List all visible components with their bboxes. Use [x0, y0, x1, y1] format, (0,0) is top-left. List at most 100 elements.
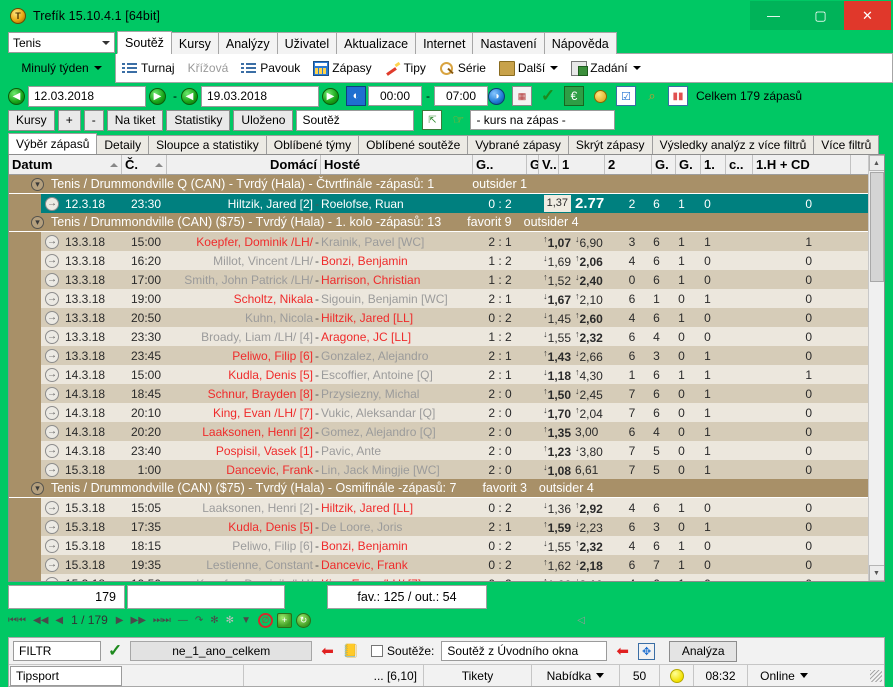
move-icon[interactable]: ✥ — [637, 642, 656, 660]
table-row[interactable]: → 14.3.18 23:40 Pospisil, Vasek [1] - Pavic, … — [9, 441, 884, 460]
grid-header-1[interactable]: 1 — [559, 155, 605, 174]
time-from-input[interactable]: 00:00 — [368, 86, 422, 106]
hscroll-left-icon[interactable]: ◁ — [577, 615, 585, 626]
filter-button-na-tiket[interactable]: Na tiket — [106, 109, 164, 131]
row-expand-button[interactable]: → — [41, 424, 63, 439]
table-row[interactable]: → 14.3.18 20:20 Laaksonen, Henri [2] - Gomez,… — [9, 422, 884, 441]
row-expand-button[interactable]: → — [41, 557, 63, 572]
prev-page-icon[interactable]: ◀ — [55, 615, 63, 626]
row-expand-button[interactable]: → — [41, 291, 63, 306]
odds-type-select[interactable]: - kurs na zápas - — [470, 110, 616, 130]
hand-point-icon[interactable]: ☞ — [448, 110, 468, 130]
menu-item-anal-zy[interactable]: Analýzy — [217, 32, 278, 54]
row-expand-button[interactable]: → — [41, 272, 63, 287]
table-row[interactable]: → 13.3.18 16:20 Millot, Vincent /LH/- Bonzi,… — [9, 251, 884, 270]
next-page-fast-icon[interactable]: ▶▶ — [131, 615, 146, 626]
calendar-icon[interactable]: ▦ — [512, 86, 532, 106]
scrollbar-thumb[interactable] — [869, 172, 884, 282]
collapse-group-icon[interactable]: ▾ — [31, 215, 44, 229]
table-row[interactable]: → 13.3.18 19:00 Scholtz, Nikala - Sigouin, Be… — [9, 289, 884, 308]
tab-skr-t-z-pasy[interactable]: Skrýt zápasy — [567, 135, 653, 154]
table-row[interactable]: → 13.3.18 17:00 Smith, John Patrick /LH/- Ha… — [9, 270, 884, 289]
chart-icon[interactable]: ▮▮ — [668, 86, 688, 106]
tab-vybran-z-pasy[interactable]: Vybrané zápasy — [467, 135, 569, 154]
filter-button--[interactable]: + — [57, 109, 81, 131]
grid-header-c-[interactable]: c.. — [726, 155, 753, 174]
refresh-icon[interactable]: ↻ — [295, 612, 311, 628]
grid-header-datum[interactable]: Datum — [9, 155, 122, 174]
table-row[interactable]: → 15.3.18 1:00 Dancevic, Frank - Lin, Jack Mi… — [9, 460, 884, 479]
table-row[interactable]: → 15.3.18 17:35 Kudla, Denis [5] - De Loore, … — [9, 517, 884, 536]
row-expand-button[interactable]: → — [41, 234, 63, 249]
grid-header-1-[interactable]: 1. — [701, 155, 726, 174]
table-row[interactable]: → 14.3.18 20:10 King, Evan /LH/ [7] - Vukic, … — [9, 403, 884, 422]
grid-header--[interactable]: Č. — [122, 155, 167, 174]
grid-header-g-[interactable]: G. — [676, 155, 701, 174]
table-row[interactable]: → 15.3.1819:50Koepfer, Dominik /LH/-King,… — [9, 574, 884, 581]
menu-item-n-pov-da[interactable]: Nápověda — [543, 32, 617, 54]
filter-button-ulo-eno[interactable]: Uloženo — [233, 109, 294, 131]
tickets-label[interactable]: Tikety — [424, 665, 532, 686]
table-row[interactable]: → 15.3.18 15:05 Laaksonen, Henri [2] - Hiltzi… — [9, 498, 884, 517]
toolbar-button-pavouk[interactable]: Pavouk — [241, 61, 300, 76]
row-expand-button[interactable]: → — [41, 196, 63, 211]
bookmaker-select[interactable]: Tipsport — [10, 665, 122, 686]
date-to-input[interactable]: 19.03.2018 — [201, 85, 319, 107]
toolbar-button-dal-[interactable]: Další — [498, 60, 559, 76]
row-expand-button[interactable]: → — [41, 519, 63, 534]
group-header-row[interactable]: ▾ Tenis / Drummondville Q (CAN) - Tvrdý (… — [9, 175, 884, 194]
grid-header-dom-c-[interactable]: Domácí — [167, 155, 321, 174]
filter-button-statistiky[interactable]: Statistiky — [166, 109, 231, 131]
cancel-icon[interactable]: ∅ — [257, 612, 273, 628]
delete-row-icon[interactable]: — — [178, 615, 188, 626]
table-row[interactable]: → 15.3.18 19:35 Lestienne, Constant - Dancevi… — [9, 555, 884, 574]
prev-date2-icon[interactable]: ◀ — [181, 87, 198, 105]
row-expand-button[interactable]: → — [41, 405, 63, 420]
competitions-checkbox[interactable] — [371, 645, 384, 657]
tab-obl-ben-sout-e[interactable]: Oblíbené soutěže — [358, 135, 469, 154]
filter-button-kursy[interactable]: Kursy — [8, 109, 55, 131]
row-expand-button[interactable]: → — [41, 500, 63, 515]
grid-header-v-[interactable]: V.. — [539, 155, 559, 174]
menu-item-internet[interactable]: Internet — [415, 32, 474, 54]
maximize-button[interactable]: ▢ — [797, 1, 844, 30]
table-row[interactable]: → 14.3.18 15:00 Kudla, Denis [5] - Escoffier,… — [9, 365, 884, 384]
tab-v-ce-filtr-[interactable]: Více filtrů — [813, 135, 880, 154]
euro-icon[interactable]: € — [564, 86, 584, 106]
collapse-group-icon[interactable]: ▾ — [31, 481, 44, 495]
warning-book-icon[interactable]: 📒 — [343, 643, 359, 659]
toolbar-button-turnaj[interactable]: Turnaj — [122, 61, 175, 76]
toolbar-button-tipy[interactable]: Tipy — [385, 61, 426, 76]
table-row[interactable]: → 13.3.18 20:50 Kuhn, Nicola - Hiltzik, Jared… — [9, 308, 884, 327]
row-expand-button[interactable]: → — [41, 576, 63, 581]
add-bookmark-icon[interactable]: + — [276, 612, 292, 628]
group-header-row[interactable]: ▾ Tenis / Drummondville (CAN) ($75) - Tvr… — [9, 213, 884, 232]
grid-header-g-[interactable]: G.. — [473, 155, 527, 174]
table-row[interactable]: → 15.3.18 18:15 Peliwo, Filip [6] - Bonzi, Be… — [9, 536, 884, 555]
toolbar-button-z-pasy[interactable]: Zápasy — [313, 60, 372, 76]
menu-item-nastaven-[interactable]: Nastavení — [472, 32, 545, 54]
magnifier-plus-icon[interactable]: ⌕ — [642, 86, 662, 106]
next-page-icon[interactable]: ▶ — [116, 615, 124, 626]
scroll-up-button[interactable]: ▲ — [868, 155, 884, 171]
menu-item-u-ivatel[interactable]: Uživatel — [276, 32, 338, 54]
first-page-icon[interactable]: ⏮⏮ — [8, 615, 26, 626]
star-outline-icon[interactable]: ✻ — [226, 615, 234, 626]
filter-button--[interactable]: - — [83, 109, 104, 131]
resize-grip[interactable] — [870, 669, 882, 682]
confirm-check-icon[interactable]: ✓ — [538, 86, 558, 106]
time-end-icon[interactable]: ◑ — [488, 87, 505, 105]
time-start-icon[interactable]: ◐ — [346, 86, 366, 106]
prev-date-icon[interactable]: ◀ — [8, 87, 25, 105]
row-expand-button[interactable]: → — [41, 329, 63, 344]
red-left-arrow-icon-2[interactable]: ⬅ — [616, 642, 629, 660]
grid-header-1-h-cd[interactable]: 1.H + CD — [753, 155, 851, 174]
tab-detaily[interactable]: Detaily — [96, 135, 150, 154]
prev-page-fast-icon[interactable]: ◀◀ — [33, 615, 48, 626]
row-expand-button[interactable]: → — [41, 386, 63, 401]
export-icon[interactable]: ⇱ — [422, 110, 443, 130]
tab-v-sledky-anal-z-z-v-ce-filtr-[interactable]: Výsledky analýz z více filtrů — [651, 135, 815, 154]
online-menu[interactable]: Online — [748, 665, 820, 686]
checklist-icon[interactable]: ☑ — [616, 86, 636, 106]
toolbar-button-zad-n-[interactable]: Zadání — [571, 60, 641, 76]
